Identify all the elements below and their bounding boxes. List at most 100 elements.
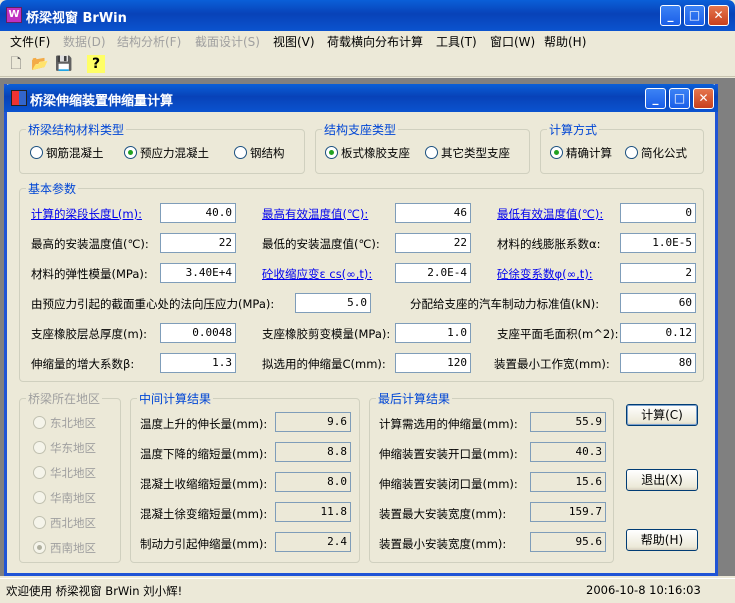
new-file-icon[interactable]: 🗋 [7, 55, 25, 73]
min-working-width-input[interactable]: 80 [620, 353, 696, 373]
radio-region-east-label[interactable]: 华东地区 [50, 440, 96, 456]
min-install-temp-label: 最低的安装温度值(℃): [262, 237, 380, 251]
menu-structural-analysis[interactable]: 结构分析(F) [117, 33, 181, 50]
radio-region-northeast[interactable] [33, 416, 46, 429]
app-title: 桥梁视窗 BrWin [26, 11, 127, 26]
creep-coefficient-label[interactable]: 砼徐变系数φ(∞,t): [497, 266, 593, 282]
prestress-stress-input[interactable]: 5.0 [295, 293, 371, 313]
menu-load-distribution[interactable]: 荷载横向分布计算 [327, 33, 423, 50]
min-temp-label[interactable]: 最低有效温度值(℃): [497, 206, 603, 222]
minimize-icon[interactable]: _ [660, 5, 681, 26]
max-temp-input[interactable]: 46 [395, 203, 471, 223]
temp-rise-elongation-label: 温度上升的伸长量(mm): [140, 417, 268, 431]
main-title-bar[interactable]: W 桥梁视窗 BrWin _ □ ✕ [0, 0, 735, 31]
menu-window[interactable]: 窗口(W) [490, 33, 535, 50]
radio-steel-structure[interactable] [234, 146, 247, 159]
max-install-width-value: 159.7 [530, 502, 606, 522]
braking-force-input[interactable]: 60 [620, 293, 696, 313]
app-icon: W [6, 7, 22, 23]
radio-other-bearing-label[interactable]: 其它类型支座 [441, 145, 510, 161]
radio-simplified-label[interactable]: 简化公式 [641, 145, 687, 161]
final-results-title: 最后计算结果 [376, 390, 453, 407]
radio-region-east[interactable] [33, 441, 46, 454]
min-temp-input[interactable]: 0 [620, 203, 696, 223]
radio-region-north-label[interactable]: 华北地区 [50, 465, 96, 481]
radio-exact-calc[interactable] [550, 146, 563, 159]
help-button[interactable]: 帮助(H) [626, 529, 698, 551]
radio-region-north[interactable] [33, 466, 46, 479]
shrinkage-strain-label[interactable]: 砼收缩应变ε cs(∞,t): [262, 266, 372, 282]
method-group-title: 计算方式 [547, 121, 600, 138]
dialog-minimize-icon[interactable]: _ [645, 88, 666, 109]
install-open-value: 40.3 [530, 442, 606, 462]
radio-region-south-label[interactable]: 华南地区 [50, 490, 96, 506]
radio-other-bearing[interactable] [425, 146, 438, 159]
calculate-button[interactable]: 计算(C) [626, 404, 698, 426]
amplification-factor-label: 伸缩量的增大系数β: [31, 357, 135, 371]
temp-rise-elongation-value: 9.6 [275, 412, 351, 432]
menu-view[interactable]: 视图(V) [273, 33, 315, 50]
beam-length-label[interactable]: 计算的梁段长度L(m): [31, 206, 142, 222]
radio-steel-structure-label[interactable]: 钢结构 [250, 145, 285, 161]
radio-simplified[interactable] [625, 146, 638, 159]
shear-modulus-input[interactable]: 1.0 [395, 323, 471, 343]
dialog-close-icon[interactable]: ✕ [693, 88, 714, 109]
radio-region-northwest[interactable] [33, 516, 46, 529]
min-install-temp-input[interactable]: 22 [395, 233, 471, 253]
beam-length-input[interactable]: 40.0 [160, 203, 236, 223]
save-icon[interactable]: 💾 [55, 55, 73, 73]
thermal-expansion-input[interactable]: 1.0E-5 [620, 233, 696, 253]
creep-coefficient-input[interactable]: 2 [620, 263, 696, 283]
radio-exact-calc-label[interactable]: 精确计算 [566, 145, 612, 161]
menu-tools[interactable]: 工具(T) [436, 33, 477, 50]
rubber-thickness-input[interactable]: 0.0048 [160, 323, 236, 343]
menu-file[interactable]: 文件(F) [10, 33, 50, 50]
open-folder-icon[interactable]: 📂 [31, 55, 49, 73]
temp-drop-shortening-label: 温度下降的缩短量(mm): [140, 447, 268, 461]
menu-help[interactable]: 帮助(H) [544, 33, 586, 50]
radio-region-southwest-label[interactable]: 西南地区 [50, 540, 96, 556]
material-group-title: 桥梁结构材料类型 [26, 121, 127, 138]
radio-reinforced-concrete-label[interactable]: 钢筋混凝土 [46, 145, 104, 161]
selected-expansion-input[interactable]: 120 [395, 353, 471, 373]
status-datetime: 2006-10-8 10:16:03 [586, 583, 701, 597]
shear-modulus-label: 支座橡胶剪变模量(MPa): [262, 327, 391, 341]
intermediate-results-title: 中间计算结果 [137, 390, 214, 407]
max-temp-label[interactable]: 最高有效温度值(℃): [262, 206, 368, 222]
maximize-icon[interactable]: □ [684, 5, 705, 26]
radio-reinforced-concrete[interactable] [30, 146, 43, 159]
radio-prestressed-concrete[interactable] [124, 146, 137, 159]
thermal-expansion-label: 材料的线膨胀系数α: [497, 237, 601, 251]
amplification-factor-input[interactable]: 1.3 [160, 353, 236, 373]
toolbar: 🗋 📂 💾 ? [0, 51, 735, 77]
required-expansion-value: 55.9 [530, 412, 606, 432]
creep-shortening-value: 11.8 [275, 502, 351, 522]
radio-rubber-bearing[interactable] [325, 146, 338, 159]
dialog-title-bar[interactable]: 桥梁伸缩装置伸缩量计算 _ □ ✕ [4, 84, 718, 112]
install-open-label: 伸缩装置安装开口量(mm): [379, 447, 518, 461]
radio-prestressed-concrete-label[interactable]: 预应力混凝土 [140, 145, 209, 161]
radio-region-northeast-label[interactable]: 东北地区 [50, 415, 96, 431]
shrinkage-strain-input[interactable]: 2.0E-4 [395, 263, 471, 283]
menu-data[interactable]: 数据(D) [63, 33, 106, 50]
help-icon[interactable]: ? [87, 55, 105, 73]
dialog-maximize-icon[interactable]: □ [669, 88, 690, 109]
min-install-width-label: 装置最小安装宽度(mm): [379, 537, 507, 551]
install-closed-label: 伸缩装置安装闭口量(mm): [379, 477, 518, 491]
close-icon[interactable]: ✕ [708, 5, 729, 26]
selected-expansion-label: 拟选用的伸缩量C(mm): [262, 357, 386, 371]
radio-region-south[interactable] [33, 491, 46, 504]
radio-region-northwest-label[interactable]: 西北地区 [50, 515, 96, 531]
radio-rubber-bearing-label[interactable]: 板式橡胶支座 [341, 145, 410, 161]
min-working-width-label: 装置最小工作宽(mm): [494, 357, 610, 371]
required-expansion-label: 计算需选用的伸缩量(mm): [379, 417, 518, 431]
max-install-temp-input[interactable]: 22 [160, 233, 236, 253]
radio-region-southwest[interactable] [33, 541, 46, 554]
bearing-area-input[interactable]: 0.12 [620, 323, 696, 343]
menu-section-design[interactable]: 截面设计(S) [195, 33, 260, 50]
elastic-modulus-input[interactable]: 3.40E+4 [160, 263, 236, 283]
braking-expansion-label: 制动力引起伸缩量(mm): [140, 537, 268, 551]
exit-button[interactable]: 退出(X) [626, 469, 698, 491]
status-welcome: 欢迎使用 桥梁视窗 BrWin 刘小辉! [6, 584, 183, 598]
support-group-title: 结构支座类型 [322, 121, 399, 138]
